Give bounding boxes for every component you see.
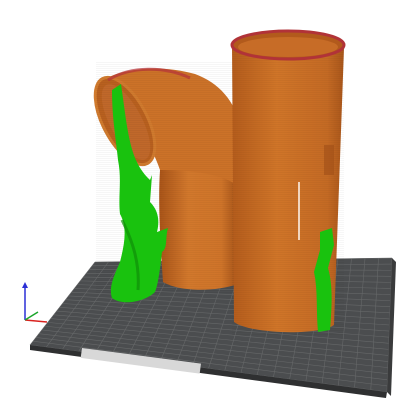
curved-pipe-model[interactable] xyxy=(83,62,246,294)
cylinder-slot xyxy=(298,182,300,240)
axis-x-line xyxy=(24,319,48,323)
axis-y-line xyxy=(24,311,39,321)
scene-canvas[interactable] xyxy=(0,0,400,420)
cylinder-top-inner xyxy=(238,37,338,57)
cylinder-notch xyxy=(324,145,334,175)
axis-gizmo xyxy=(22,282,48,323)
axis-z-arrow-icon xyxy=(22,282,28,288)
3d-viewport[interactable] xyxy=(0,0,400,420)
